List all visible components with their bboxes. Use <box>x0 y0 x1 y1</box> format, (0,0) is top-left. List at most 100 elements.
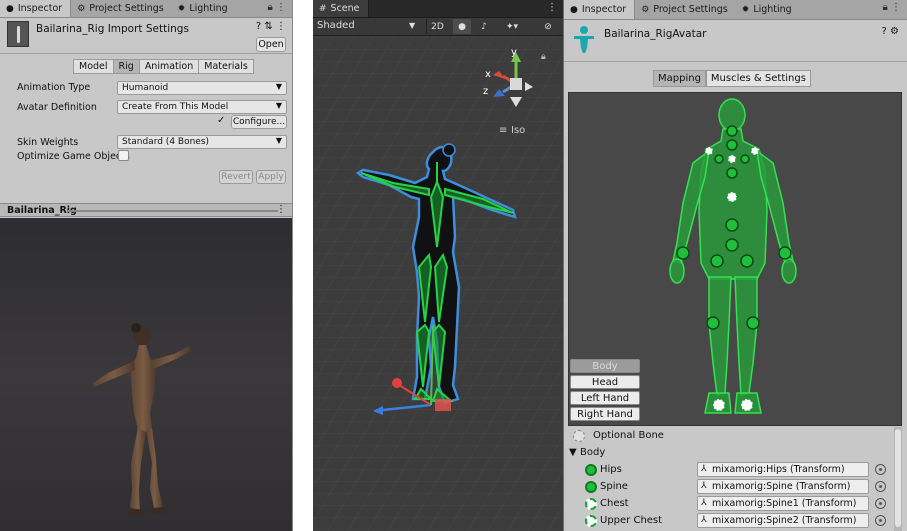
bone-transform-field[interactable]: ⅄ mixamorig:Spine (Transform) <box>697 479 886 494</box>
checkmark-icon: ✓ <box>217 115 226 126</box>
revert-button[interactable]: Revert <box>219 170 253 184</box>
visibility-icon[interactable]: ⊘ <box>537 19 559 34</box>
left-hand-button[interactable]: Left Hand <box>570 391 640 405</box>
scene-viewport[interactable]: y x z ≡ Iso 🔒︎ <box>313 37 563 531</box>
bone-row-spine: Spine ⅄ mixamorig:Spine (Transform) <box>564 479 894 496</box>
draw-mode-dropdown[interactable]: Shaded <box>317 20 355 31</box>
transform-icon: ⅄ <box>701 515 707 525</box>
effects-dropdown-icon[interactable]: ✦▾ <box>499 19 525 34</box>
tab-label: Scene <box>330 3 360 14</box>
kebab-menu-icon[interactable]: ⋮ <box>276 21 286 32</box>
subtab-animation[interactable]: Animation <box>138 59 199 74</box>
iso-label: Iso <box>511 125 525 136</box>
header-icons: ? ⇅ ⋮ <box>256 21 286 32</box>
transform-icon: ⅄ <box>701 464 707 474</box>
dropdown-value: Humanoid <box>122 83 169 93</box>
gear-icon: ⚙ <box>641 4 650 15</box>
info-icon: ● <box>570 4 578 15</box>
kebab-menu-icon[interactable]: ⋮ <box>276 2 286 13</box>
avatar-inspector-panel: ● Inspector ⚙ Project Settings ✹ Lighting 🔒… <box>563 0 907 531</box>
bone-status-icon <box>585 481 597 493</box>
optional-bone-label: Optional Bone <box>593 430 664 441</box>
scene-panel: # Scene ⋮ Shaded ▼ 2D ● ♪ ✦▾ ⊘ y x z ≡ I… <box>313 0 563 531</box>
tab-project-settings[interactable]: ⚙ Project Settings <box>635 0 736 19</box>
skin-weights-dropdown[interactable]: Standard (4 Bones) ▼ <box>117 135 287 149</box>
tab-label: Inspector <box>581 4 627 15</box>
object-picker-icon[interactable] <box>875 481 886 492</box>
tab-lighting[interactable]: ✹ Lighting <box>172 0 236 17</box>
tab-inspector[interactable]: ● Inspector <box>0 0 72 17</box>
tab-label: Inspector <box>17 3 63 14</box>
iso-toggle[interactable]: ≡ Iso <box>499 125 525 136</box>
bone-row-hips: Hips ⅄ mixamorig:Hips (Transform) <box>564 462 894 479</box>
bone-transform-field[interactable]: ⅄ mixamorig:Spine1 (Transform) <box>697 496 886 511</box>
kebab-menu-icon[interactable]: ⋮ <box>547 2 557 13</box>
preview-title: Bailarina_Rig <box>7 205 77 216</box>
model-preview[interactable] <box>0 218 292 531</box>
asset-header: Bailarina_Rig Import Settings ? ⇅ ⋮ Open <box>0 18 292 54</box>
tab-inspector[interactable]: ● Inspector <box>564 0 636 19</box>
bone-list-scrollbar[interactable] <box>894 427 902 531</box>
lock-icon: 🔒︎ <box>541 52 546 62</box>
scene-tab-bar: # Scene ⋮ <box>313 0 563 18</box>
body-group-header[interactable]: ▼ Body <box>564 445 894 462</box>
subtab-rig[interactable]: Rig <box>112 59 139 74</box>
bone-name: Chest <box>600 498 629 509</box>
optimize-game-objects-checkbox[interactable] <box>118 150 129 161</box>
mapping-tabs: Mapping Muscles & Settings <box>653 70 811 87</box>
bone-value: mixamorig:Spine1 (Transform) <box>712 498 857 509</box>
tab-muscles-settings[interactable]: Muscles & Settings <box>705 70 811 87</box>
kebab-menu-icon[interactable]: ⋮ <box>276 204 286 215</box>
help-icon[interactable]: ? <box>256 21 261 32</box>
subtab-materials[interactable]: Materials <box>198 59 254 74</box>
audio-toggle-icon[interactable]: ♪ <box>475 19 493 34</box>
bone-name: Upper Chest <box>600 515 663 526</box>
configure-button[interactable]: Configure... <box>231 115 287 129</box>
apply-button[interactable]: Apply <box>256 170 286 184</box>
body-group-label: Body <box>580 447 606 458</box>
chevron-down-icon: ▼ <box>275 82 282 91</box>
kebab-menu-icon[interactable]: ⋮ <box>891 2 901 13</box>
lock-icon[interactable]: 🔒︎ <box>882 2 887 13</box>
skin-weights-label: Skin Weights <box>17 137 79 148</box>
gear-icon: ⚙ <box>77 3 86 14</box>
open-button[interactable]: Open <box>256 37 286 52</box>
subtab-model[interactable]: Model <box>73 59 113 74</box>
object-picker-icon[interactable] <box>875 498 886 509</box>
lock-icon[interactable]: 🔒︎ <box>267 2 272 13</box>
dropdown-value: Create From This Model <box>122 102 229 112</box>
object-picker-icon[interactable] <box>875 515 886 526</box>
dropdown-value: Standard (4 Bones) <box>122 137 210 147</box>
animation-type-dropdown[interactable]: Humanoid ▼ <box>117 81 287 95</box>
left-tab-bar: ● Inspector ⚙ Project Settings ✹ Lighting 🔒… <box>0 0 292 18</box>
tab-label: Project Settings <box>653 4 728 15</box>
head-button[interactable]: Head <box>570 375 640 389</box>
presets-icon[interactable]: ⇅ <box>264 21 272 32</box>
object-picker-icon[interactable] <box>875 464 886 475</box>
info-icon: ● <box>6 3 14 14</box>
help-icon[interactable]: ? <box>882 26 887 37</box>
tab-mapping[interactable]: Mapping <box>653 70 706 87</box>
bone-name: Spine <box>600 481 628 492</box>
light-bulb-icon: ✹ <box>177 3 186 14</box>
bone-value: mixamorig:Spine2 (Transform) <box>712 515 857 526</box>
avatar-definition-dropdown[interactable]: Create From This Model ▼ <box>117 100 287 114</box>
bone-transform-field[interactable]: ⅄ mixamorig:Hips (Transform) <box>697 462 886 477</box>
drag-handle[interactable] <box>68 210 278 212</box>
avatar-definition-label: Avatar Definition <box>17 102 97 113</box>
bone-transform-field[interactable]: ⅄ mixamorig:Spine2 (Transform) <box>697 513 886 528</box>
tab-label: Project Settings <box>89 3 164 14</box>
bone-row-chest: Chest ⅄ mixamorig:Spine1 (Transform) <box>564 496 894 513</box>
toggle-2d-button[interactable]: 2D <box>426 19 448 34</box>
gear-icon[interactable]: ⚙ <box>890 26 899 37</box>
tab-menu-icons[interactable]: 🔒︎ ⋮ <box>267 2 286 13</box>
right-hand-button[interactable]: Right Hand <box>570 407 640 421</box>
body-button[interactable]: Body <box>570 359 640 373</box>
tab-project-settings[interactable]: ⚙ Project Settings <box>71 0 172 17</box>
bone-value: mixamorig:Spine (Transform) <box>712 481 851 492</box>
tab-scene[interactable]: # Scene <box>313 0 369 17</box>
tab-lighting[interactable]: ✹ Lighting <box>736 0 800 19</box>
scene-toolbar: Shaded ▼ 2D ● ♪ ✦▾ ⊘ <box>313 18 563 36</box>
lighting-toggle-icon[interactable]: ● <box>453 19 471 34</box>
tab-menu-icons[interactable]: 🔒︎ ⋮ <box>882 2 901 13</box>
